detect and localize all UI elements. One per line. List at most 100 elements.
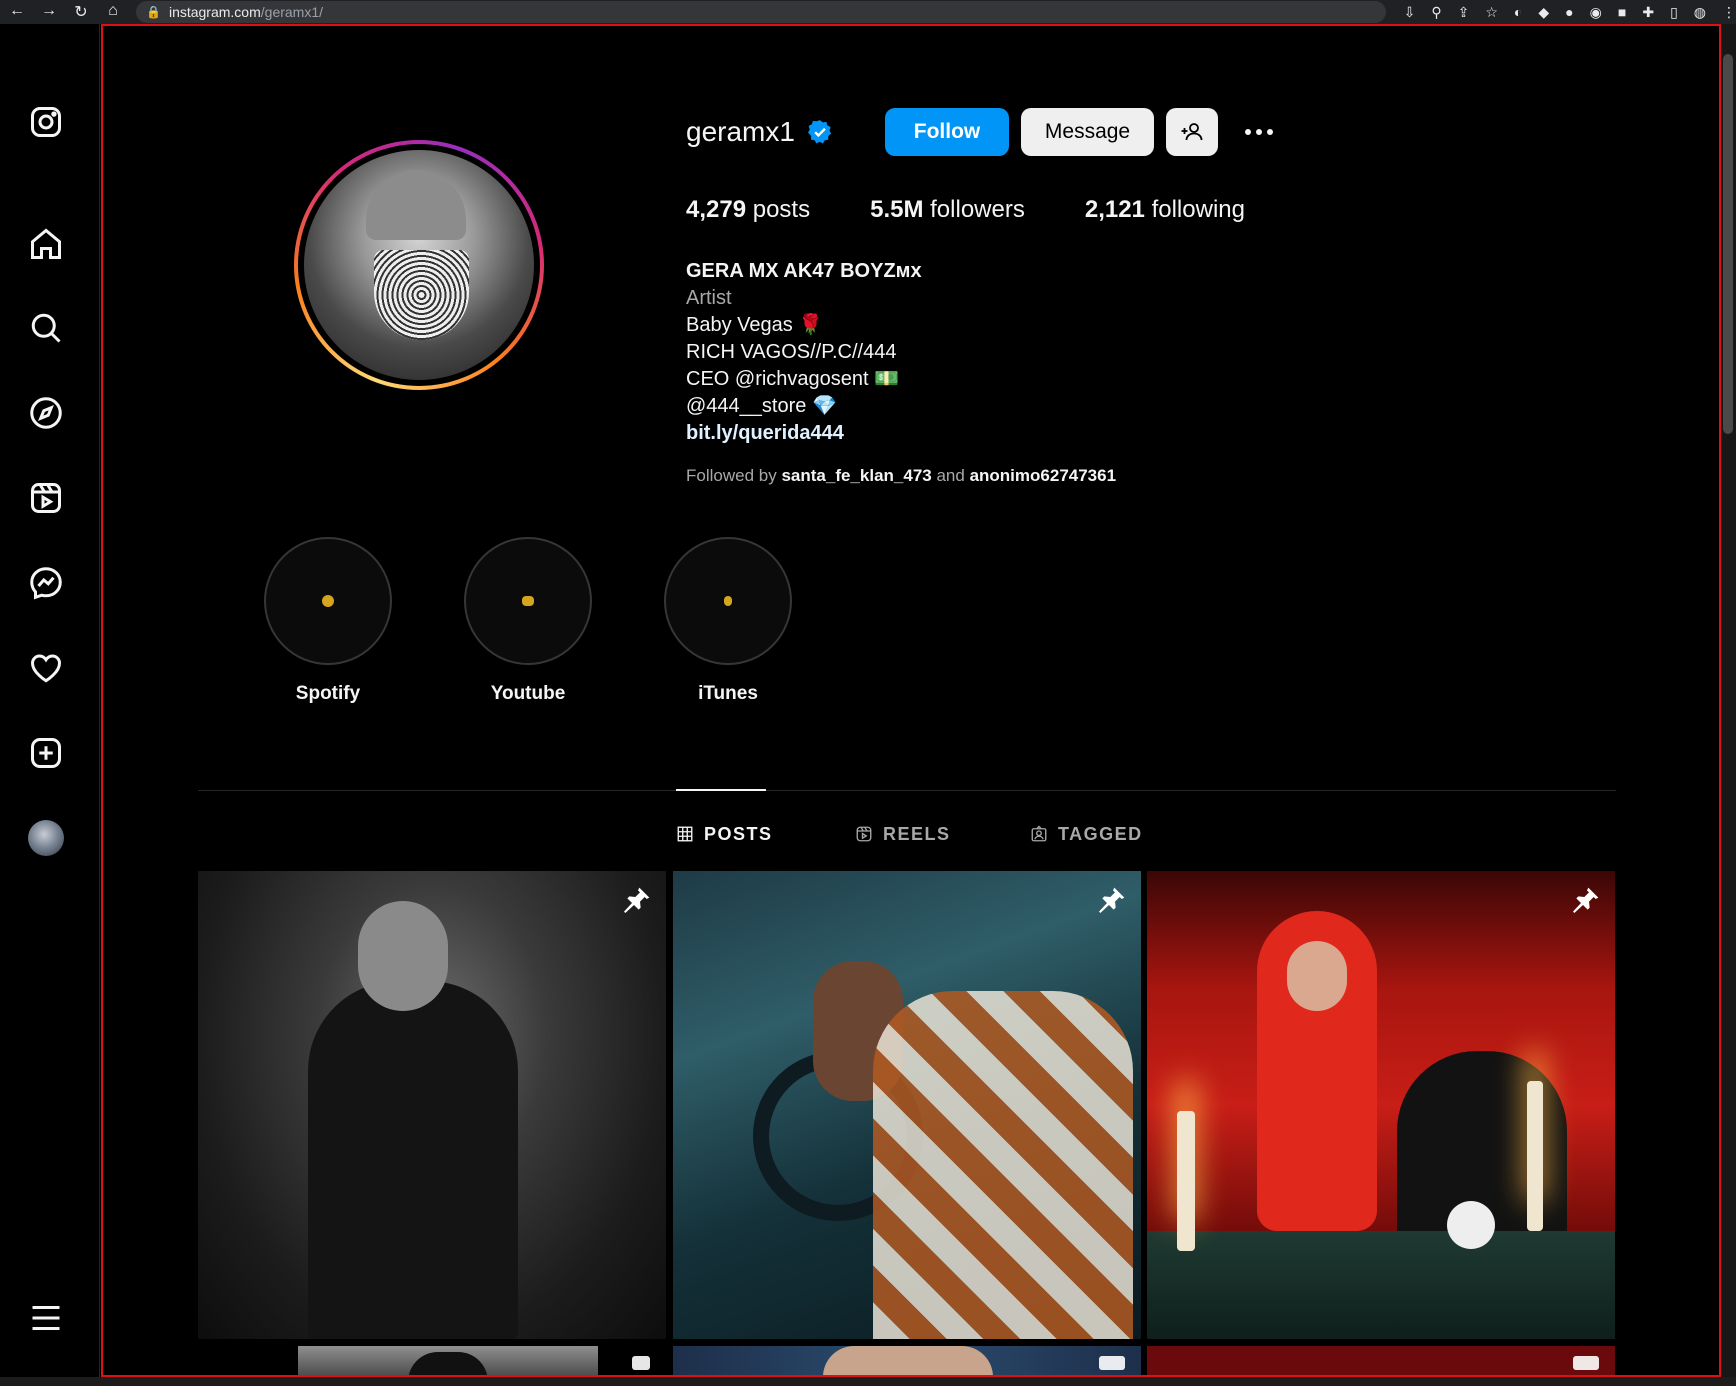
tagged-icon bbox=[1031, 825, 1047, 842]
tab-posts[interactable]: POSTS bbox=[676, 822, 773, 846]
tab-label: POSTS bbox=[704, 823, 773, 844]
lock-icon: 🔒 bbox=[146, 5, 161, 19]
suggested-accounts-button[interactable] bbox=[1166, 108, 1218, 156]
post-thumbnail[interactable] bbox=[198, 871, 666, 1339]
tab-tagged[interactable]: TAGGED bbox=[1030, 822, 1143, 846]
post-thumbnail[interactable] bbox=[198, 1346, 666, 1377]
browser-nav: ← → ↻ ⌂ bbox=[0, 2, 122, 22]
url-path: /geramx1/ bbox=[260, 4, 324, 20]
bio-line: RICH VAGOS//P.C//444 bbox=[686, 341, 897, 363]
post-thumbnail[interactable] bbox=[673, 1346, 1141, 1377]
username-row: geramx1 bbox=[686, 108, 833, 156]
profile-photo bbox=[304, 150, 534, 380]
url-host: instagram.com bbox=[168, 4, 261, 20]
extension-icon[interactable]: ● bbox=[1565, 4, 1573, 21]
followers-label: followers bbox=[930, 196, 1025, 223]
heart-icon[interactable] bbox=[22, 644, 70, 692]
followed-by-user[interactable]: santa_fe_klan_473 bbox=[781, 466, 931, 485]
bio-line: @444__store 💎 bbox=[686, 395, 837, 417]
home-browser-icon[interactable]: ⌂ bbox=[104, 2, 122, 22]
message-button[interactable]: Message bbox=[1021, 108, 1154, 156]
highlight-cover bbox=[464, 537, 592, 665]
followed-by-connector: and bbox=[936, 466, 965, 485]
back-arrow-icon[interactable]: ← bbox=[8, 2, 26, 22]
forward-arrow-icon[interactable]: → bbox=[40, 2, 58, 22]
avatar bbox=[28, 820, 64, 856]
reel-icon bbox=[1573, 1356, 1599, 1370]
create-icon[interactable] bbox=[22, 729, 70, 777]
highlight-label: iTunes bbox=[698, 683, 758, 704]
sidebar bbox=[0, 24, 100, 1377]
carousel-icon bbox=[632, 1356, 650, 1370]
profile-stats: 4,279 posts 5.5M followers 2,121 followi… bbox=[686, 196, 1305, 224]
post-thumbnail[interactable] bbox=[1147, 871, 1615, 1339]
tab-reels[interactable]: REELS bbox=[855, 822, 951, 846]
instagram-logo-icon[interactable] bbox=[22, 98, 70, 146]
highlight-cover bbox=[664, 537, 792, 665]
browser-toolbar: ← → ↻ ⌂ 🔒 instagram.com/geramx1/ ⇩ ⚲ ⇪ ☆… bbox=[0, 0, 1736, 24]
active-tab-indicator bbox=[676, 789, 766, 791]
messenger-icon[interactable] bbox=[22, 559, 70, 607]
profile-avatar-icon[interactable]: ◍ bbox=[1694, 4, 1706, 21]
reel-icon bbox=[1099, 1356, 1125, 1370]
followed-by: Followed by santa_fe_klan_473 and anonim… bbox=[686, 466, 1116, 486]
spotify-icon bbox=[322, 595, 334, 607]
side-panel-icon[interactable]: ▯ bbox=[1670, 4, 1678, 21]
highlight-spotify[interactable]: Spotify bbox=[263, 537, 393, 705]
followed-by-prefix: Followed by bbox=[686, 466, 777, 485]
category-label: Artist bbox=[686, 287, 732, 309]
page-viewport: geramx1 Follow Message 4,279 posts 5.5M … bbox=[0, 24, 1736, 1377]
following-count: 2,121 bbox=[1084, 196, 1145, 223]
menu-icon[interactable] bbox=[22, 1294, 70, 1342]
add-person-icon bbox=[1181, 123, 1203, 141]
followers-count: 5.5M bbox=[870, 196, 924, 223]
more-options-icon[interactable] bbox=[1238, 114, 1280, 150]
reload-icon[interactable]: ↻ bbox=[72, 2, 90, 22]
username: geramx1 bbox=[686, 116, 795, 147]
tab-label: REELS bbox=[883, 823, 951, 844]
extension-icon[interactable]: ◆ bbox=[1538, 4, 1549, 21]
home-icon[interactable] bbox=[22, 220, 70, 268]
extension-icon[interactable]: ◉ bbox=[1590, 4, 1602, 21]
post-thumbnail[interactable] bbox=[1147, 1346, 1615, 1377]
follow-button[interactable]: Follow bbox=[885, 108, 1009, 156]
tabs-divider bbox=[198, 790, 1616, 791]
scrollbar[interactable] bbox=[1720, 24, 1736, 1377]
install-icon[interactable]: ⇩ bbox=[1404, 4, 1416, 21]
following-stat[interactable]: 2,121 following bbox=[1085, 196, 1245, 224]
explore-icon[interactable] bbox=[22, 389, 70, 437]
followers-stat[interactable]: 5.5M followers bbox=[870, 196, 1025, 224]
profile-bio: GERA MX AK47 BOYZᴍx Artist Baby Vegas 🌹 … bbox=[686, 258, 922, 447]
verified-badge-icon bbox=[808, 120, 832, 144]
share-icon[interactable]: ⇪ bbox=[1458, 4, 1470, 21]
posts-label: posts bbox=[752, 196, 811, 223]
profile-picture[interactable] bbox=[294, 140, 544, 390]
scrollbar-thumb[interactable] bbox=[1723, 54, 1733, 434]
youtube-icon bbox=[522, 596, 534, 606]
following-label: following bbox=[1151, 196, 1245, 223]
pinned-icon bbox=[620, 885, 652, 917]
browser-tools: ⇩ ⚲ ⇪ ☆ ◐ ◆ ● ◉ ■ ✚ ▯ ◍ ⋮ bbox=[1404, 4, 1736, 21]
posts-stat[interactable]: 4,279 posts bbox=[686, 196, 810, 224]
extension-icon[interactable]: ■ bbox=[1618, 4, 1626, 21]
followed-by-user[interactable]: anonimo62747361 bbox=[970, 466, 1116, 485]
kebab-menu-icon[interactable]: ⋮ bbox=[1722, 4, 1736, 21]
address-bar[interactable]: 🔒 instagram.com/geramx1/ bbox=[136, 1, 1386, 23]
zoom-icon[interactable]: ⚲ bbox=[1431, 4, 1441, 21]
search-icon[interactable] bbox=[22, 304, 70, 352]
highlight-youtube[interactable]: Youtube bbox=[463, 537, 593, 705]
highlight-itunes[interactable]: iTunes bbox=[663, 537, 793, 705]
puzzle-icon[interactable]: ✚ bbox=[1642, 4, 1654, 21]
pinned-icon bbox=[1569, 885, 1601, 917]
taskbar bbox=[0, 1377, 1736, 1386]
posts-count: 4,279 bbox=[686, 196, 747, 223]
bookmark-star-icon[interactable]: ☆ bbox=[1485, 4, 1498, 21]
reels-icon[interactable] bbox=[22, 474, 70, 522]
extension-icon[interactable]: ◐ bbox=[1514, 4, 1522, 21]
full-name: GERA MX AK47 BOYZᴍx bbox=[686, 260, 922, 282]
profile-nav-item[interactable] bbox=[22, 814, 70, 862]
post-thumbnail[interactable] bbox=[673, 871, 1141, 1339]
bio-line: Baby Vegas 🌹 bbox=[686, 314, 824, 336]
bio-line: CEO @richvagosent 💵 bbox=[686, 368, 900, 390]
bio-link[interactable]: bit.ly/querida444 bbox=[686, 420, 922, 447]
